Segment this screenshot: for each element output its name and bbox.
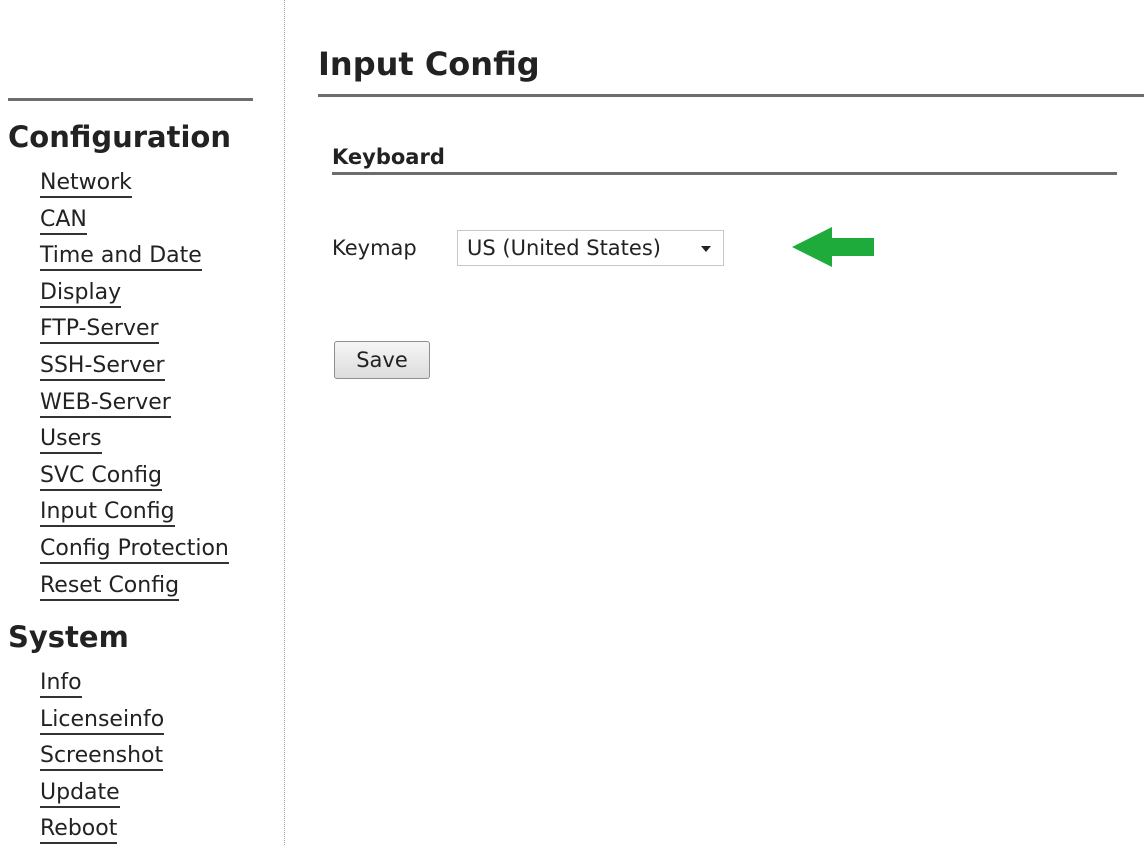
arrow-left-icon: [792, 227, 874, 267]
system-heading: System: [8, 620, 129, 654]
nav-link-licenseinfo[interactable]: Licenseinfo: [40, 706, 165, 735]
nav-link-ftp-server[interactable]: FTP-Server: [40, 316, 159, 345]
nav-link-network[interactable]: Network: [40, 170, 132, 198]
nav-link-ssh-server[interactable]: SSH-Server: [40, 352, 165, 381]
nav-link-users[interactable]: Users: [40, 426, 102, 455]
configuration-heading: Configuration: [8, 120, 231, 154]
page-title: Input Config: [318, 45, 540, 83]
nav-link-can[interactable]: CAN: [40, 206, 87, 235]
nav-link-reset-config[interactable]: Reset Config: [40, 572, 180, 601]
configuration-nav: Network CAN Time and Date Display FTP-Se…: [40, 165, 229, 604]
nav-link-reboot[interactable]: Reboot: [40, 816, 118, 845]
nav-link-update[interactable]: Update: [40, 779, 120, 808]
nav-link-input-config[interactable]: Input Config: [40, 499, 175, 528]
nav-link-web-server[interactable]: WEB-Server: [40, 389, 171, 418]
sidebar-divider: [8, 98, 253, 101]
nav-link-display[interactable]: Display: [40, 279, 122, 308]
nav-link-svc-config[interactable]: SVC Config: [40, 462, 162, 491]
nav-link-info[interactable]: Info: [40, 670, 82, 698]
chevron-down-icon: [701, 246, 711, 252]
keymap-select[interactable]: US (United States): [457, 230, 724, 266]
save-button[interactable]: Save: [334, 341, 430, 379]
nav-link-time-and-date[interactable]: Time and Date: [40, 243, 202, 272]
keymap-label: Keymap: [332, 236, 417, 260]
keymap-selected-value: US (United States): [467, 236, 661, 260]
keyboard-section-title: Keyboard: [332, 145, 445, 169]
nav-link-config-protection[interactable]: Config Protection: [40, 535, 229, 564]
nav-link-screenshot[interactable]: Screenshot: [40, 743, 164, 772]
sidebar: Configuration Network CAN Time and Date …: [0, 0, 285, 845]
system-nav: Info Licenseinfo Screenshot Update Reboo…: [40, 665, 165, 848]
section-divider: [332, 172, 1117, 175]
main-content: Input Config Keyboard Keymap US (United …: [286, 0, 1144, 845]
page-title-divider: [318, 94, 1144, 97]
